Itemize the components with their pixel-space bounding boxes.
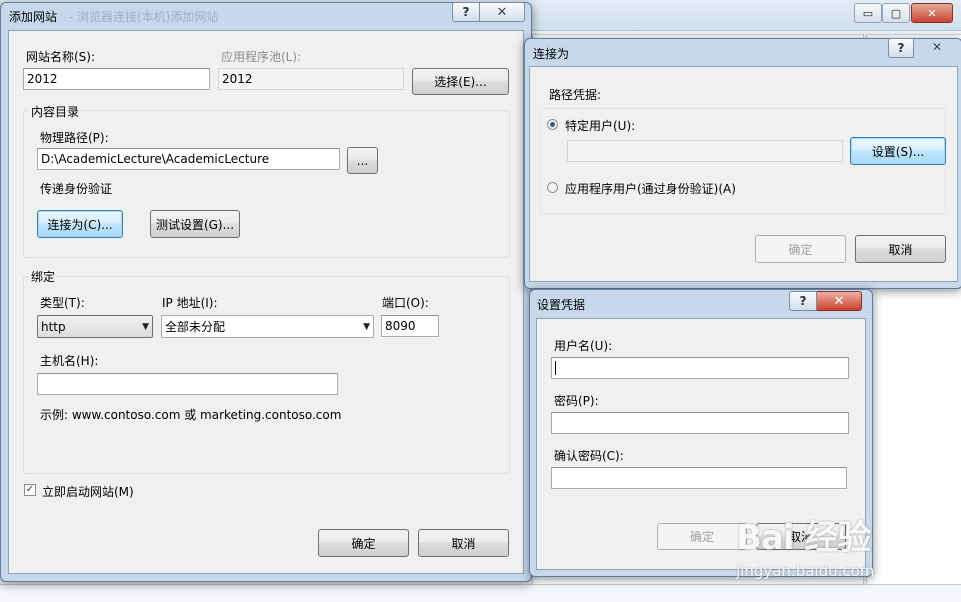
- app-pool-label: 应用程序池(L):: [221, 50, 302, 64]
- port-input[interactable]: 8090: [381, 315, 439, 337]
- start-now-label[interactable]: 立即启动网站(M): [42, 483, 134, 500]
- baidu-watermark-url: jingyan.baidu.com: [736, 562, 875, 580]
- type-select-value: http: [41, 319, 66, 334]
- app-user-radio[interactable]: [547, 182, 558, 193]
- help-icon[interactable]: ?: [888, 38, 914, 58]
- text-caret: [555, 361, 556, 375]
- connect-as-title: 连接为: [533, 47, 570, 61]
- specific-user-field: [567, 140, 843, 162]
- connect-as-cancel-button[interactable]: 取消: [855, 235, 946, 263]
- pass-through-auth-label: 传递身份验证: [40, 182, 113, 196]
- type-select[interactable]: http ▼: [37, 315, 153, 338]
- add-site-title: 添加网站 - 浏览器连接(本机)添加网站: [9, 10, 219, 24]
- maximize-icon[interactable]: ▢: [882, 3, 910, 23]
- help-icon[interactable]: ?: [452, 2, 480, 22]
- password-label: 密码(P):: [554, 394, 599, 408]
- confirm-password-label: 确认密码(C):: [554, 449, 624, 463]
- app-pool-field: 2012: [218, 68, 404, 90]
- select-app-pool-button[interactable]: 选择(E)...: [412, 68, 509, 95]
- type-label: 类型(T):: [40, 296, 85, 310]
- hostname-example-text: 示例: www.contoso.com 或 marketing.contoso.…: [40, 408, 342, 422]
- confirm-password-input[interactable]: [551, 467, 847, 489]
- connect-as-button[interactable]: 连接为(C)...: [37, 210, 123, 238]
- close-icon[interactable]: ✕: [817, 291, 862, 311]
- background-close-icon[interactable]: ✕: [911, 3, 953, 23]
- physical-path-label: 物理路径(P):: [40, 131, 109, 145]
- minimize-icon[interactable]: ▭: [854, 3, 882, 23]
- port-label: 端口(O):: [382, 296, 429, 310]
- set-credentials-button[interactable]: 设置(S)...: [850, 137, 946, 165]
- connect-as-ok-button[interactable]: 确定: [755, 235, 846, 263]
- site-name-label: 网站名称(S):: [26, 50, 96, 64]
- radio-selected-dot: [550, 122, 555, 127]
- set-credentials-ok-button[interactable]: 确定: [657, 523, 747, 550]
- site-name-input[interactable]: 2012: [23, 68, 210, 90]
- physical-path-input[interactable]: D:\AcademicLecture\AcademicLecture: [37, 148, 340, 170]
- app-user-label[interactable]: 应用程序用户(通过身份验证)(A): [565, 180, 736, 197]
- username-input[interactable]: [551, 357, 849, 379]
- content-directory-legend: 内容目录: [29, 103, 82, 120]
- chevron-down-icon: ▼: [142, 321, 149, 332]
- help-icon[interactable]: ?: [789, 291, 817, 311]
- username-label: 用户名(U):: [554, 339, 613, 353]
- background-statusbar: [0, 584, 961, 602]
- ip-address-select[interactable]: 全部未分配 ▼: [161, 315, 374, 338]
- add-site-title-obscured: - 浏览器连接(本机)添加网站: [68, 10, 219, 24]
- test-settings-button[interactable]: 测试设置(G)...: [150, 210, 240, 238]
- specific-user-radio[interactable]: [547, 119, 558, 130]
- hostname-label: 主机名(H):: [40, 354, 99, 368]
- close-icon[interactable]: ✕: [917, 38, 957, 56]
- add-site-ok-button[interactable]: 确定: [318, 529, 409, 557]
- hostname-input[interactable]: [37, 373, 338, 395]
- binding-legend: 绑定: [29, 268, 58, 285]
- start-now-checkbox[interactable]: ✓: [24, 484, 36, 496]
- add-site-cancel-button[interactable]: 取消: [418, 529, 509, 557]
- ip-address-value: 全部未分配: [165, 319, 226, 334]
- close-icon[interactable]: ✕: [480, 2, 525, 22]
- browse-path-button[interactable]: ...: [347, 147, 378, 174]
- ip-address-label: IP 地址(I):: [162, 296, 218, 310]
- specific-user-label[interactable]: 特定用户(U):: [565, 117, 635, 134]
- chevron-down-icon: ▼: [363, 321, 370, 332]
- check-icon: ✓: [25, 484, 35, 495]
- set-credentials-title: 设置凭据: [537, 298, 586, 312]
- path-credentials-label: 路径凭据:: [549, 88, 602, 102]
- baidu-watermark-logo: Bai 经验: [736, 518, 871, 558]
- password-input[interactable]: [551, 412, 849, 434]
